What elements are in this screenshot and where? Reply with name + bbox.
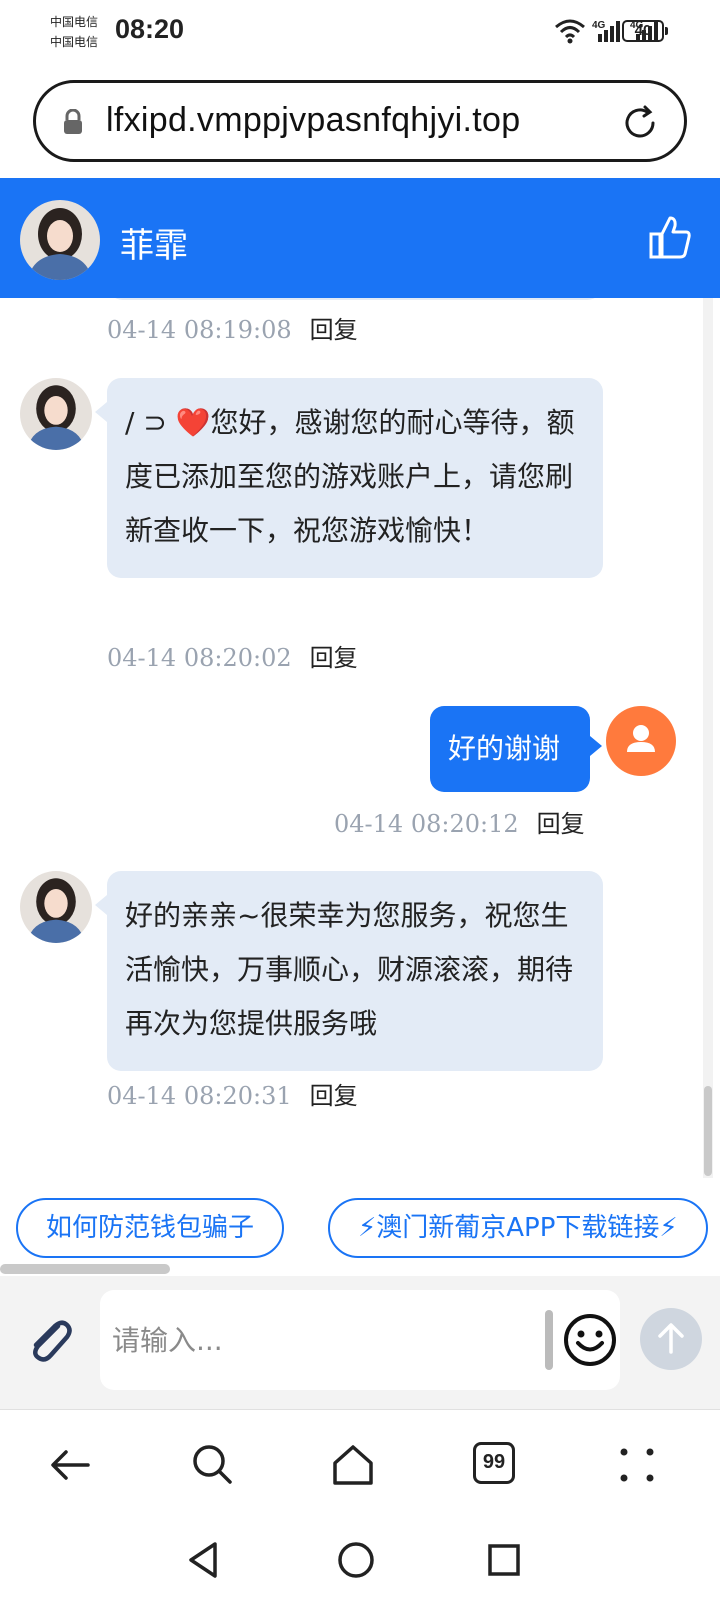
agent-avatar[interactable] [20,871,92,943]
system-back-icon[interactable] [185,1540,221,1580]
svg-text:4G: 4G [592,20,606,31]
thumbs-up-icon[interactable] [648,214,692,260]
message-composer [0,1276,720,1410]
user-message-bubble: 好的谢谢 [430,706,602,792]
home-icon[interactable] [330,1442,376,1488]
agent-message-bubble: 好的亲亲~很荣幸为您服务，祝您生活愉快，万事顺心，财源滚滚，期待再次为您提供服务… [95,871,603,1071]
reply-button[interactable]: 回复 [310,1082,358,1110]
reply-button[interactable]: 回复 [310,644,358,672]
horizontal-scrollbar[interactable] [0,1264,170,1274]
chat-title: 菲霏 [120,226,188,266]
message-timestamp: 04-14 08:19:08 [107,316,292,344]
quick-reply-chip[interactable]: ⚡澳门新葡京APP下载链接⚡ [328,1198,708,1258]
carrier-labels: 中国电信 中国电信 [50,12,98,52]
reply-button[interactable]: 回复 [310,316,358,344]
tabs-icon[interactable]: 99 [473,1442,515,1484]
message-meta: 04-14 08:20:02 回复 [107,638,358,673]
reply-button[interactable]: 回复 [537,810,585,838]
vertical-scrollbar-thumb[interactable] [704,1086,712,1176]
user-avatar[interactable] [606,706,676,776]
message-input[interactable] [112,1318,532,1362]
address-bar[interactable]: lfxipd.vmppjvpasnfqhjyi.top [33,80,687,162]
system-home-icon[interactable] [336,1540,376,1580]
message-meta: 04-14 08:20:12 回复 [334,804,585,839]
url-text[interactable]: lfxipd.vmppjvpasnfqhjyi.top [106,101,520,140]
search-icon[interactable] [190,1442,236,1488]
vertical-scrollbar-track[interactable] [703,298,713,1178]
back-arrow-icon[interactable] [48,1442,94,1488]
carrier-2: 中国电信 [50,35,99,49]
chat-message-list[interactable]: 04-14 08:19:08 回复 / ⊃ ❤️您好，感谢您的耐心等待，额度已添加… [0,298,720,1178]
browser-toolbar: 99 [0,1412,720,1522]
more-icon[interactable] [614,1442,660,1488]
agent-avatar[interactable] [20,200,100,280]
message-timestamp: 04-14 08:20:02 [107,644,292,672]
agent-message-bubble: / ⊃ ❤️您好，感谢您的耐心等待，额度已添加至您的游戏账户上，请您刷新查收一下… [95,378,603,578]
message-timestamp: 04-14 08:20:31 [107,1082,292,1110]
quick-reply-bar[interactable]: 如何防范钱包骗子 ⚡澳门新葡京APP下载链接⚡ [0,1178,720,1270]
lock-icon [64,109,82,134]
arrow-up-icon [658,1323,684,1354]
signal-icon-1: 4G [592,20,620,42]
send-button[interactable] [640,1308,702,1370]
chat-header: 菲霏 [0,178,720,298]
system-recents-icon[interactable] [486,1542,522,1578]
input-scroll-indicator [545,1310,553,1370]
message-input-field[interactable] [100,1290,620,1390]
previous-message-bubble [107,298,603,300]
smiley-icon[interactable] [560,1310,620,1370]
status-time: 08:20 [115,14,185,44]
quick-reply-chip[interactable]: 如何防范钱包骗子 [16,1198,285,1258]
reload-icon[interactable] [620,103,660,143]
user-icon [627,725,655,752]
paperclip-icon[interactable] [22,1312,78,1368]
message-meta: 04-14 08:19:08 回复 [107,310,358,345]
battery-indicator: 40 [622,20,668,42]
message-meta: 04-14 08:20:31 回复 [107,1076,358,1111]
carrier-1: 中国电信 [50,15,99,29]
message-timestamp: 04-14 08:20:12 [334,810,519,838]
wifi-icon [555,19,585,44]
agent-avatar[interactable] [20,378,92,450]
system-navigation-bar [0,1522,720,1600]
status-bar: 中国电信 中国电信 08:20 4G 4G 40 [0,0,720,66]
